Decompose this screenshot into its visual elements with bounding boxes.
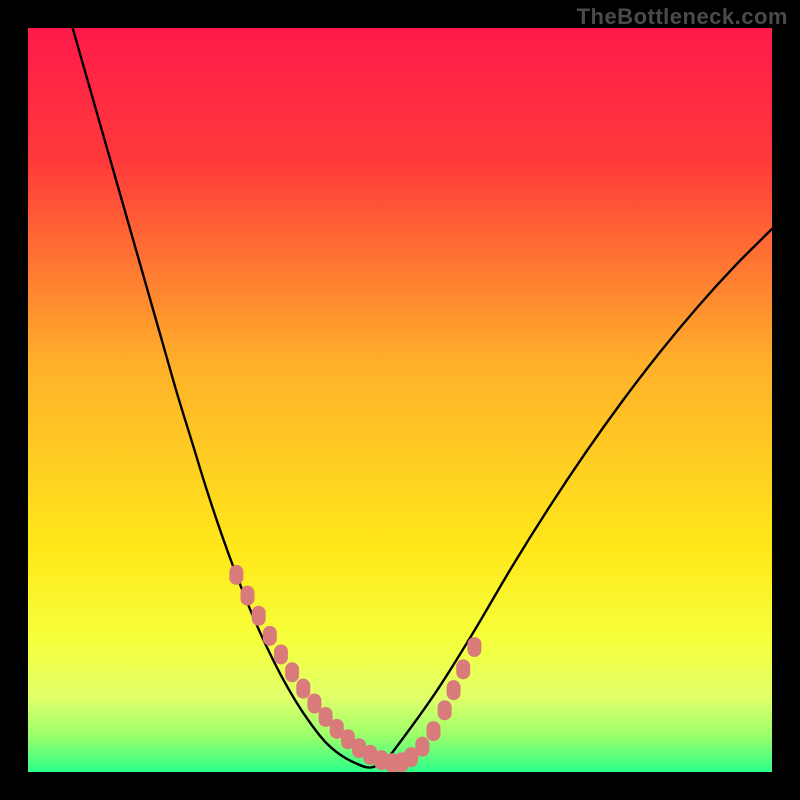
highlight-marker (252, 606, 266, 626)
highlight-marker (307, 694, 321, 714)
chart-frame: TheBottleneck.com (0, 0, 800, 800)
chart-svg (28, 28, 772, 772)
highlight-marker (426, 721, 440, 741)
highlight-marker (456, 659, 470, 679)
gradient-background (28, 28, 772, 772)
highlight-marker (438, 700, 452, 720)
highlight-marker (415, 737, 429, 757)
highlight-marker (296, 679, 310, 699)
highlight-marker (263, 626, 277, 646)
watermark-text: TheBottleneck.com (577, 4, 788, 30)
highlight-marker (447, 680, 461, 700)
plot-area (28, 28, 772, 772)
highlight-marker (467, 637, 481, 657)
highlight-marker (229, 565, 243, 585)
highlight-marker (240, 586, 254, 606)
highlight-marker (285, 662, 299, 682)
highlight-marker (274, 644, 288, 664)
